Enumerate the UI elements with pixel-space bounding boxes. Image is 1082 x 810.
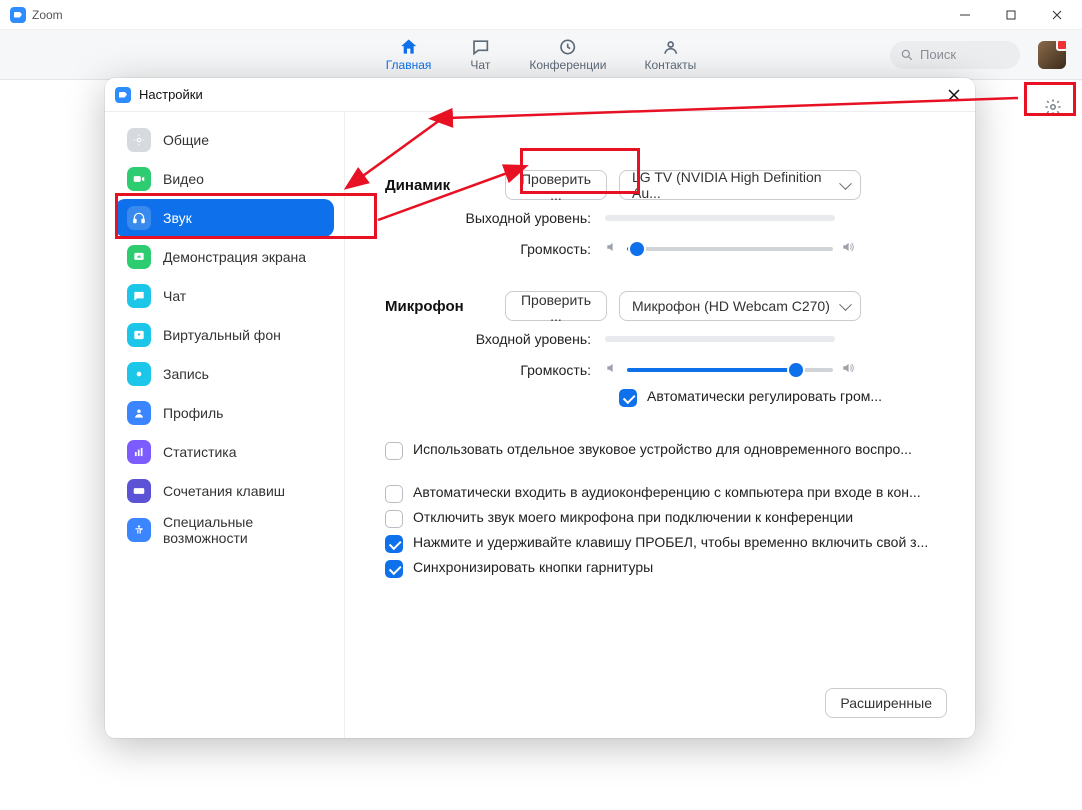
settings-window: Настройки Общие Видео Звук Демонстрация …: [105, 78, 975, 738]
sidebar-item-virtual-bg[interactable]: Виртуальный фон: [115, 316, 334, 354]
advanced-button[interactable]: Расширенные: [825, 688, 947, 718]
test-speaker-button[interactable]: Проверить ...: [505, 170, 607, 200]
mute-on-join-checkbox[interactable]: [385, 510, 403, 528]
contacts-icon: [659, 37, 681, 57]
headphones-icon: [127, 206, 151, 230]
output-level-label: Выходной уровень:: [445, 210, 605, 226]
volume-high-icon: [841, 240, 855, 257]
recording-icon: [127, 362, 151, 386]
search-placeholder: Поиск: [920, 47, 956, 62]
virtual-bg-icon: [127, 323, 151, 347]
gear-icon: [127, 128, 151, 152]
sidebar-item-label: Специальные возможности: [163, 514, 313, 546]
zoom-logo-icon: [115, 87, 131, 103]
sidebar-item-statistics[interactable]: Статистика: [115, 433, 334, 471]
statistics-icon: [127, 440, 151, 464]
audio-settings-pane: Динамик Проверить ... LG TV (NVIDIA High…: [345, 112, 975, 738]
sidebar-item-label: Запись: [163, 366, 209, 382]
settings-gear-button[interactable]: [1038, 92, 1068, 122]
test-microphone-button[interactable]: Проверить ...: [505, 291, 607, 321]
sidebar-item-label: Сочетания клавиш: [163, 483, 285, 499]
sidebar-item-share-screen[interactable]: Демонстрация экрана: [115, 238, 334, 276]
clock-icon: [557, 37, 579, 57]
speaker-device-value: LG TV (NVIDIA High Definition Au...: [632, 169, 832, 201]
auto-adjust-mic-checkbox[interactable]: [619, 389, 637, 407]
settings-title: Настройки: [139, 87, 203, 102]
mute-on-join-label: Отключить звук моего микрофона при подкл…: [413, 509, 853, 525]
window-title: Zoom: [32, 8, 63, 22]
sync-headset-buttons-checkbox[interactable]: [385, 560, 403, 578]
home-icon: [398, 37, 420, 57]
sidebar-item-label: Статистика: [163, 444, 237, 460]
microphone-label: Микрофон: [385, 298, 505, 315]
window-maximize-button[interactable]: [988, 0, 1034, 30]
settings-close-button[interactable]: [943, 84, 965, 106]
chat-icon: [469, 37, 491, 57]
sidebar-item-label: Демонстрация экрана: [163, 249, 306, 265]
user-avatar[interactable]: [1038, 41, 1066, 69]
sidebar-item-label: Чат: [163, 288, 186, 304]
sidebar-item-recording[interactable]: Запись: [115, 355, 334, 393]
volume-low-icon: [605, 361, 619, 378]
hold-space-unmute-checkbox[interactable]: [385, 535, 403, 553]
volume-low-icon: [605, 240, 619, 257]
nav-home-label: Главная: [386, 58, 432, 72]
input-level-label: Входной уровень:: [445, 331, 605, 347]
hold-space-unmute-label: Нажмите и удерживайте клавишу ПРОБЕЛ, чт…: [413, 534, 928, 550]
profile-icon: [127, 401, 151, 425]
nav-contacts[interactable]: Контакты: [644, 37, 696, 72]
auto-adjust-mic-label: Автоматически регулировать гром...: [647, 388, 882, 404]
sidebar-item-label: Звук: [163, 210, 192, 226]
search-input[interactable]: Поиск: [890, 41, 1020, 69]
window-close-button[interactable]: [1034, 0, 1080, 30]
sidebar-item-chat[interactable]: Чат: [115, 277, 334, 315]
share-screen-icon: [127, 245, 151, 269]
mic-volume-label: Громкость:: [445, 362, 605, 378]
separate-audio-device-checkbox[interactable]: [385, 442, 403, 460]
speaker-volume-label: Громкость:: [445, 241, 605, 257]
sync-headset-buttons-label: Синхронизировать кнопки гарнитуры: [413, 559, 653, 575]
nav-contacts-label: Контакты: [644, 58, 696, 72]
video-icon: [127, 167, 151, 191]
speaker-volume-slider[interactable]: [627, 247, 833, 251]
speaker-device-select[interactable]: LG TV (NVIDIA High Definition Au...: [619, 170, 861, 200]
sidebar-item-profile[interactable]: Профиль: [115, 394, 334, 432]
window-titlebar: Zoom: [0, 0, 1082, 30]
sidebar-item-label: Профиль: [163, 405, 223, 421]
search-icon: [900, 48, 914, 62]
input-level-meter: [605, 336, 835, 342]
chat-icon: [127, 284, 151, 308]
speaker-label: Динамик: [385, 177, 505, 194]
nav-meetings-label: Конференции: [529, 58, 606, 72]
accessibility-icon: [127, 518, 151, 542]
auto-join-audio-label: Автоматически входить в аудиоконференцию…: [413, 484, 921, 500]
nav-chat-label: Чат: [470, 58, 490, 72]
separate-audio-device-label: Использовать отдельное звуковое устройст…: [413, 441, 912, 457]
zoom-logo-icon: [10, 7, 26, 23]
microphone-device-select[interactable]: Микрофон (HD Webcam C270): [619, 291, 861, 321]
output-level-meter: [605, 215, 835, 221]
nav-chat[interactable]: Чат: [469, 37, 491, 72]
gear-icon: [1044, 98, 1062, 116]
volume-high-icon: [841, 361, 855, 378]
settings-sidebar: Общие Видео Звук Демонстрация экрана Чат…: [105, 112, 345, 738]
microphone-device-value: Микрофон (HD Webcam C270): [632, 298, 830, 314]
sidebar-item-audio[interactable]: Звук: [115, 199, 334, 237]
window-minimize-button[interactable]: [942, 0, 988, 30]
auto-join-audio-checkbox[interactable]: [385, 485, 403, 503]
sidebar-item-general[interactable]: Общие: [115, 121, 334, 159]
sidebar-item-shortcuts[interactable]: Сочетания клавиш: [115, 472, 334, 510]
sidebar-item-video[interactable]: Видео: [115, 160, 334, 198]
close-icon: [948, 89, 960, 101]
nav-home[interactable]: Главная: [386, 37, 432, 72]
keyboard-icon: [127, 479, 151, 503]
microphone-volume-slider[interactable]: [627, 368, 833, 372]
sidebar-item-label: Видео: [163, 171, 204, 187]
sidebar-item-label: Виртуальный фон: [163, 327, 281, 343]
sidebar-item-label: Общие: [163, 132, 209, 148]
sidebar-item-accessibility[interactable]: Специальные возможности: [115, 511, 334, 549]
nav-meetings[interactable]: Конференции: [529, 37, 606, 72]
top-nav: Главная Чат Конференции Контакты Поиск: [0, 30, 1082, 80]
